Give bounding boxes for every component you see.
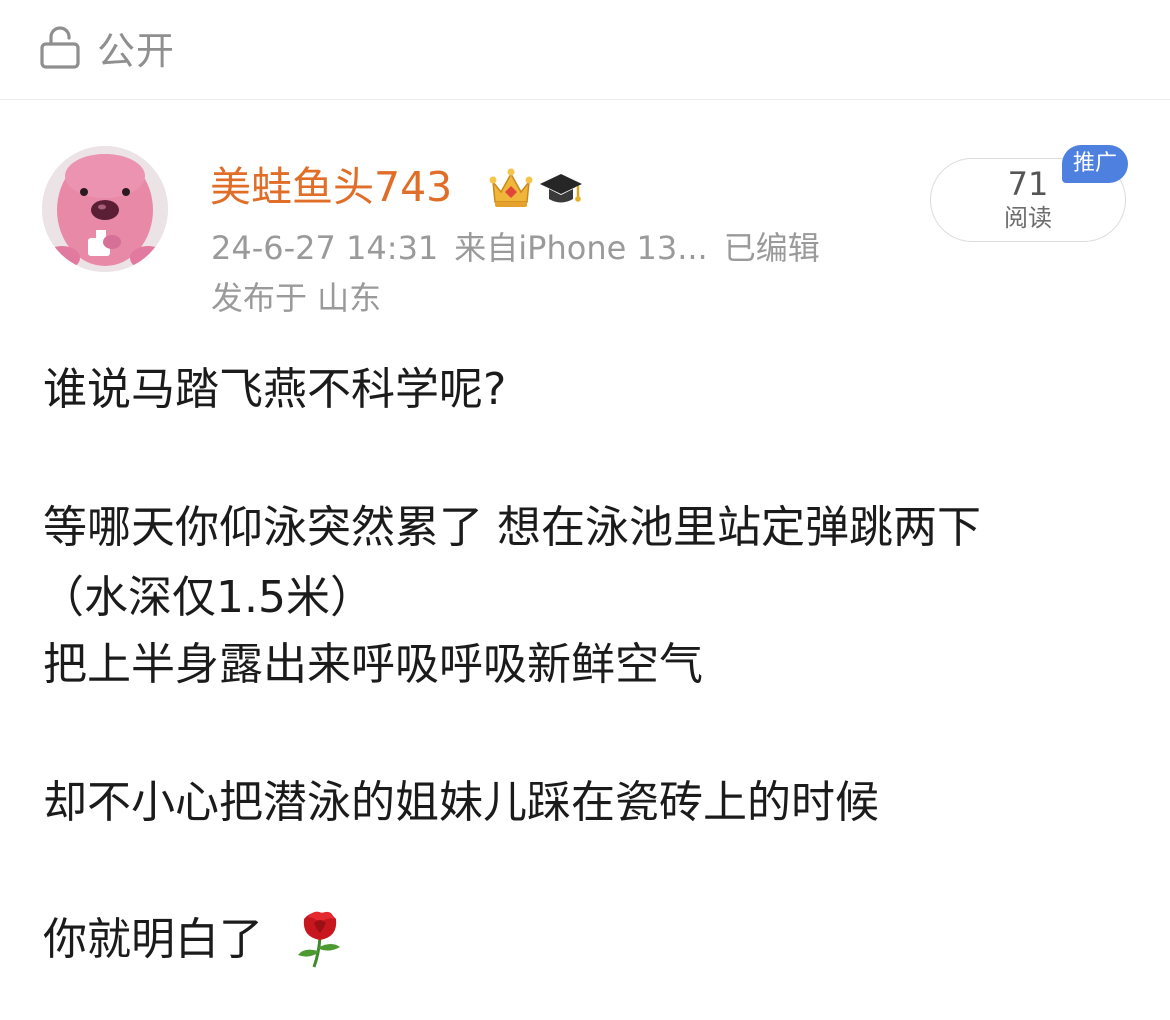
post-line-5: 却不小心把潜泳的姐妹儿踩在瓷砖上的时候 [43,777,879,828]
edited-label[interactable]: 已编辑 [724,229,820,267]
post-meta: 24-6-27 14:31 来自iPhone 13... 已编辑 [211,226,836,270]
graduation-cap-icon [540,174,582,203]
post-line-3: （水深仅1.5米） [40,572,374,623]
visibility-bar[interactable]: 公开 [0,0,1170,100]
post-line-4: 把上半身露出来呼吸呼吸新鲜空气 [43,639,703,690]
read-label: 阅读 [1004,204,1052,232]
author-name[interactable]: 美蛙鱼头743 [210,160,452,214]
post-timestamp: 24-6-27 14:31 [211,229,439,267]
post-location: 发布于 山东 [211,279,382,317]
avatar[interactable] [42,146,168,272]
visibility-label: 公开 [97,29,176,73]
crown-icon [489,168,533,207]
post-line-1: 谁说马踏飞燕不科学呢? [43,364,507,415]
pink-beaver-avatar-image [42,146,168,272]
post-source[interactable]: 来自iPhone 13... [454,229,707,267]
lock-open-icon [40,26,80,69]
promo-badge[interactable]: 推广 [1062,145,1128,183]
rose-icon [298,911,340,968]
post-line-2: 等哪天你仰泳突然累了 想在泳池里站定弹跳两下 [43,502,981,553]
weibo-post-page: 公开 美蛙鱼头743 24-6-27 14:31 来自iPhone 13... … [0,0,1170,1020]
post-line-6: 你就明白了 [43,914,263,965]
